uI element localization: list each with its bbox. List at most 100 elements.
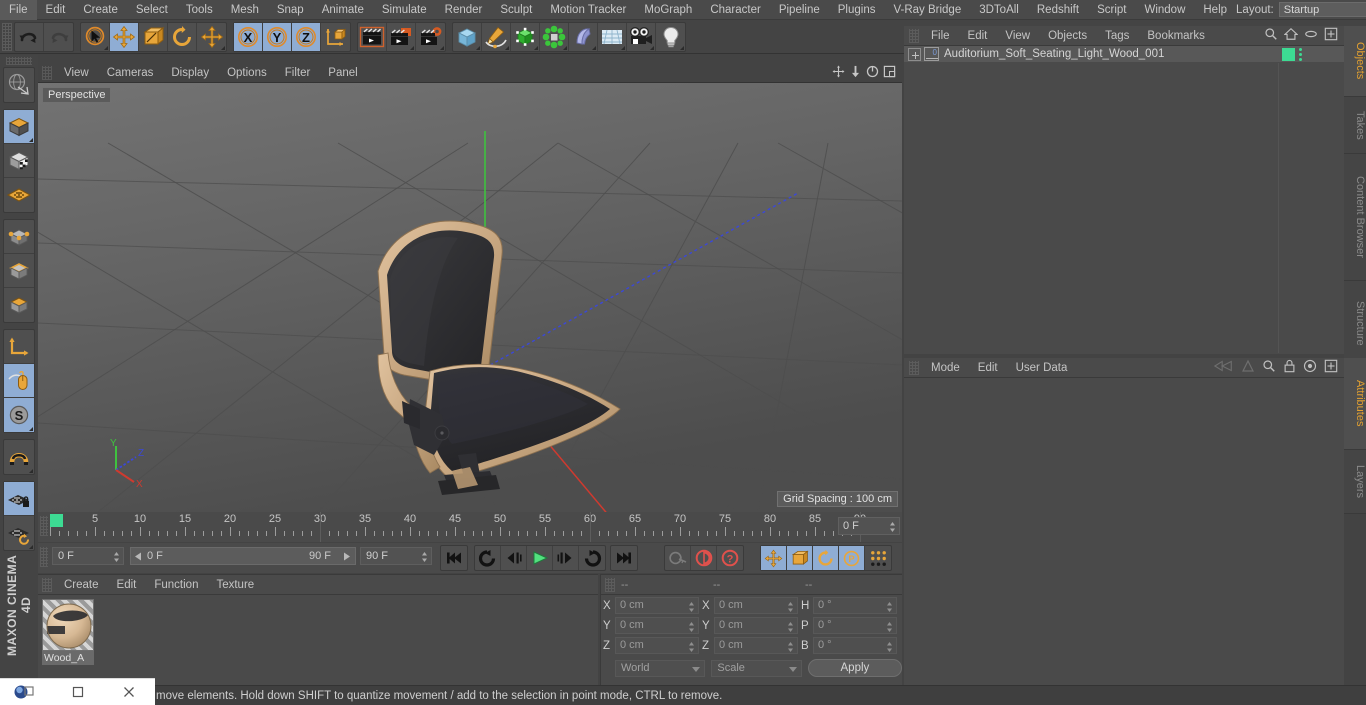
material-menu-texture[interactable]: Texture xyxy=(207,575,263,595)
navigate-back-icon[interactable] xyxy=(1213,359,1234,376)
position-z-field[interactable]: 0 cm xyxy=(615,637,699,654)
coordinates-grip[interactable] xyxy=(605,577,615,592)
undo-button[interactable] xyxy=(15,22,44,51)
menu-item-redshift[interactable]: Redshift xyxy=(1028,0,1088,20)
texture-mode-button[interactable] xyxy=(4,144,34,178)
attribute-manager-grip[interactable] xyxy=(909,360,919,375)
object-menu-file[interactable]: File xyxy=(922,26,959,46)
step-back-button[interactable] xyxy=(501,546,527,570)
object-menu-tags[interactable]: Tags xyxy=(1096,26,1138,46)
transform-mode-dropdown[interactable]: Scale xyxy=(711,659,802,677)
menu-item-select[interactable]: Select xyxy=(127,0,177,20)
position-y-field[interactable]: 0 cm xyxy=(615,617,699,634)
material-tag-icon[interactable] xyxy=(1282,48,1295,61)
tab-takes[interactable]: Takes xyxy=(1344,97,1366,154)
viewport-menu-grip[interactable] xyxy=(42,66,52,80)
render-view-button[interactable] xyxy=(358,22,387,51)
viewport-menu-options[interactable]: Options xyxy=(218,64,276,83)
add-camera-button[interactable] xyxy=(627,22,656,51)
render-settings-button[interactable] xyxy=(416,23,445,51)
object-menu-edit[interactable]: Edit xyxy=(959,26,997,46)
record-active-objects-button[interactable] xyxy=(665,546,691,570)
material-chip[interactable]: Wood_A xyxy=(42,599,96,665)
menu-item-tools[interactable]: Tools xyxy=(177,0,222,20)
search-icon[interactable] xyxy=(1262,359,1276,376)
viewport-maximize-icon[interactable] xyxy=(883,65,896,81)
home-icon[interactable] xyxy=(1283,27,1299,44)
coordinate-system-dropdown[interactable]: World xyxy=(615,659,706,677)
timeline-grip[interactable] xyxy=(40,516,48,536)
menu-item-animate[interactable]: Animate xyxy=(313,0,373,20)
keyframe-selection-button[interactable]: ? xyxy=(717,546,743,570)
edges-mode-button[interactable] xyxy=(4,254,34,288)
object-menu-objects[interactable]: Objects xyxy=(1039,26,1096,46)
go-to-next-key-button[interactable] xyxy=(579,546,605,570)
move-duplicate-tool[interactable] xyxy=(197,23,226,51)
add-spline-button[interactable] xyxy=(482,22,511,51)
menu-item-mesh[interactable]: Mesh xyxy=(222,0,268,20)
render-to-picture-viewer-button[interactable] xyxy=(387,22,416,51)
add-panel-icon[interactable] xyxy=(1324,27,1338,44)
minimize-window-button[interactable] xyxy=(52,679,104,705)
rotation-key-button[interactable] xyxy=(813,546,839,570)
menu-item-help[interactable]: Help xyxy=(1194,0,1236,20)
size-z-field[interactable]: 0 cm xyxy=(714,637,798,654)
rotate-tool[interactable] xyxy=(168,22,197,51)
left-toolbar-grip[interactable] xyxy=(6,57,32,65)
viewport-dolly-icon[interactable] xyxy=(849,65,862,81)
world-object-coordinate-toggle[interactable] xyxy=(321,23,350,51)
workplane-mode-button[interactable] xyxy=(4,178,34,212)
enable-axis-modification-button[interactable] xyxy=(4,330,34,364)
rotation-h-field[interactable]: 0 ° xyxy=(813,597,897,614)
scale-key-button[interactable] xyxy=(787,546,813,570)
material-menu-edit[interactable]: Edit xyxy=(108,575,146,595)
viewport-3d-canvas[interactable]: Perspective Grid Spacing : 100 cm Y Z X xyxy=(38,83,902,512)
tab-layers[interactable]: Layers xyxy=(1344,450,1366,514)
timeline-current-frame-field[interactable]: 0 F xyxy=(838,517,900,535)
material-manager-grip[interactable] xyxy=(42,577,52,592)
viewport-menu-cameras[interactable]: Cameras xyxy=(98,64,163,83)
object-manager-grip[interactable] xyxy=(909,28,919,43)
add-panel-icon[interactable] xyxy=(1324,359,1338,376)
viewport-menu-view[interactable]: View xyxy=(55,64,98,83)
menu-item-3dtoall[interactable]: 3DToAll xyxy=(970,0,1028,20)
ellipse-icon[interactable] xyxy=(1304,27,1318,44)
tag-dots-icon[interactable] xyxy=(1299,48,1302,61)
menu-item-v-ray-bridge[interactable]: V-Ray Bridge xyxy=(884,0,970,20)
timeline-playhead[interactable] xyxy=(50,514,63,527)
transport-grip[interactable] xyxy=(40,547,48,567)
redo-button[interactable] xyxy=(44,23,73,51)
menu-item-window[interactable]: Window xyxy=(1135,0,1194,20)
apply-button[interactable]: Apply xyxy=(807,659,902,677)
attribute-menu-user-data[interactable]: User Data xyxy=(1007,358,1077,378)
move-tool[interactable] xyxy=(110,22,139,51)
preview-range-bar[interactable]: 0 F 90 F xyxy=(130,547,356,565)
size-x-field[interactable]: 0 cm xyxy=(714,597,798,614)
viewport-solo-button[interactable] xyxy=(4,364,34,398)
menu-item-motion-tracker[interactable]: Motion Tracker xyxy=(541,0,635,20)
live-selection-tool[interactable] xyxy=(81,22,110,51)
menu-item-edit[interactable]: Edit xyxy=(37,0,75,20)
tab-structure[interactable]: Structure xyxy=(1344,281,1366,366)
attribute-menu-edit[interactable]: Edit xyxy=(969,358,1007,378)
points-mode-button[interactable] xyxy=(4,220,34,254)
position-x-field[interactable]: 0 cm xyxy=(615,597,699,614)
menu-item-sculpt[interactable]: Sculpt xyxy=(491,0,541,20)
menu-item-mograph[interactable]: MoGraph xyxy=(635,0,701,20)
attribute-menu-mode[interactable]: Mode xyxy=(922,358,969,378)
position-key-button[interactable] xyxy=(761,546,787,570)
layout-dropdown[interactable]: Startup xyxy=(1278,2,1366,17)
add-generator-button[interactable] xyxy=(511,22,540,51)
model-mode-button[interactable] xyxy=(4,110,34,144)
viewport-menu-filter[interactable]: Filter xyxy=(276,64,320,83)
menu-item-render[interactable]: Render xyxy=(436,0,492,20)
viewport-pan-icon[interactable] xyxy=(832,65,845,81)
step-forward-button[interactable] xyxy=(553,546,579,570)
menu-item-plugins[interactable]: Plugins xyxy=(829,0,885,20)
menu-item-character[interactable]: Character xyxy=(701,0,770,20)
menu-item-create[interactable]: Create xyxy=(74,0,127,20)
rotation-b-field[interactable]: 0 ° xyxy=(813,637,897,654)
search-icon[interactable] xyxy=(1264,27,1278,44)
timeline-ruler[interactable]: 051015202530354045505560657075808590 xyxy=(50,512,866,542)
menu-item-snap[interactable]: Snap xyxy=(268,0,313,20)
